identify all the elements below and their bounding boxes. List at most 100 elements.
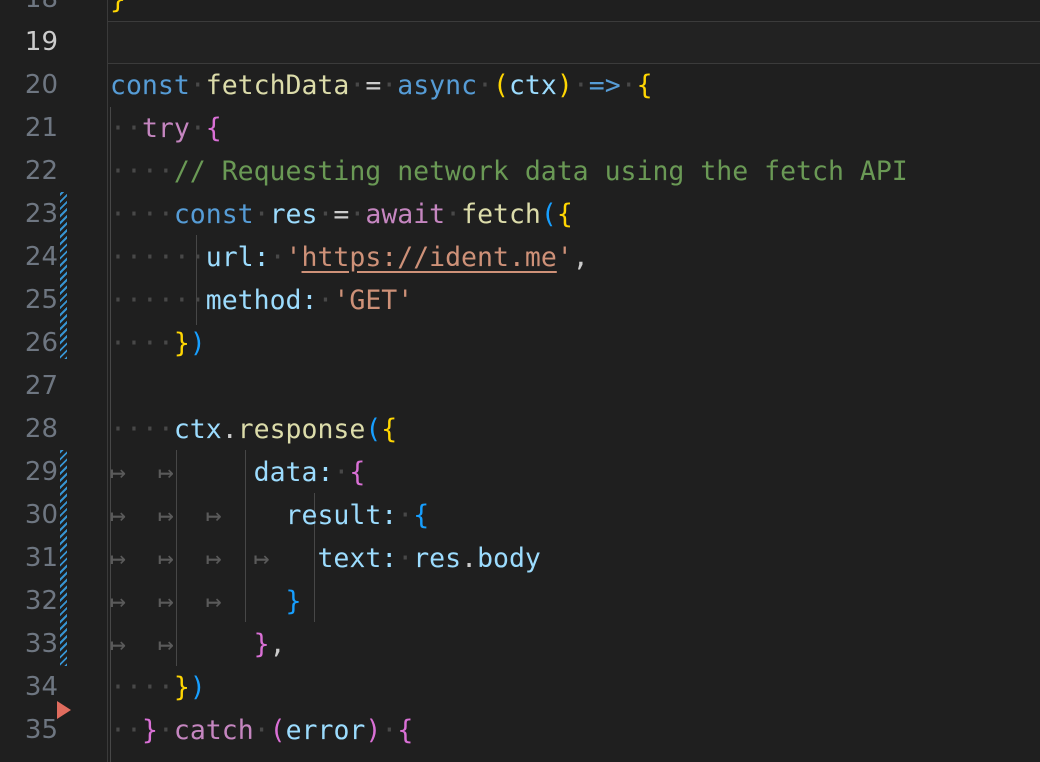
- code-line-28[interactable]: 28 ····ctx.response({: [0, 408, 1040, 451]
- code-line-34[interactable]: 34 ····}): [0, 666, 1040, 709]
- token-key-url: url:: [205, 242, 270, 273]
- code-line-32[interactable]: 32 ↦ ↦ ↦ }: [0, 580, 1040, 623]
- code-line-35[interactable]: 35 ··}·catch·(error)·{: [0, 709, 1040, 752]
- code-text[interactable]: }: [110, 0, 126, 21]
- token-brace-close: }: [253, 629, 270, 660]
- line-number[interactable]: 20: [0, 64, 58, 107]
- token-function-fetch: fetch: [461, 199, 541, 230]
- line-number[interactable]: 32: [0, 580, 58, 623]
- tab-arrow-icon: ↦: [157, 629, 206, 660]
- whitespace-dot: ·: [397, 500, 414, 531]
- token-dot: .: [221, 414, 238, 445]
- code-text[interactable]: ······url:·'https://ident.me',: [110, 236, 589, 279]
- code-text[interactable]: ↦ ↦ ↦ result:·{: [110, 494, 429, 537]
- tab-arrow-icon: ↦: [110, 500, 158, 531]
- code-text[interactable]: ····}): [110, 322, 206, 365]
- code-line-18[interactable]: 18 }: [0, 0, 1040, 21]
- active-line-highlight: [108, 21, 1040, 64]
- line-number[interactable]: 29: [0, 451, 58, 494]
- token-param-error: error: [285, 715, 366, 746]
- line-number[interactable]: 18: [0, 0, 58, 21]
- code-text[interactable]: ↦ ↦ ↦ }: [110, 580, 302, 623]
- whitespace-dot: ·: [125, 113, 142, 144]
- code-line-24[interactable]: 24 ······url:·'https://ident.me',: [0, 236, 1040, 279]
- code-text[interactable]: const·fetchData·=·async·(ctx)·=>·{: [110, 64, 653, 107]
- whitespace-dot: ·: [189, 113, 206, 144]
- line-number[interactable]: 23: [0, 193, 58, 236]
- token-arrow: =>: [588, 70, 621, 101]
- code-line-22[interactable]: 22 ····// Requesting network data using …: [0, 150, 1040, 193]
- code-text[interactable]: ↦ ↦ },: [110, 623, 286, 666]
- token-key-method: method:: [205, 285, 318, 316]
- code-text[interactable]: ····// Requesting network data using the…: [110, 150, 908, 193]
- line-number[interactable]: 31: [0, 537, 58, 580]
- token-property-body: body: [477, 543, 541, 574]
- code-text[interactable]: ↦ ↦ ↦ ↦ text:·res.body: [110, 537, 541, 580]
- whitespace-dot: ····: [110, 672, 174, 703]
- code-text[interactable]: ······method:·'GET': [110, 279, 413, 322]
- tab-arrow-icon: [206, 457, 254, 488]
- whitespace-dot: ·: [125, 715, 142, 746]
- code-line-30[interactable]: 30 ↦ ↦ ↦ result:·{: [0, 494, 1040, 537]
- tab-arrow-icon: [302, 543, 318, 574]
- tab-arrow-icon: [254, 500, 286, 531]
- token-param-ctx: ctx: [508, 70, 557, 101]
- whitespace-dot: ····: [110, 414, 174, 445]
- line-number[interactable]: 34: [0, 666, 58, 709]
- code-line-26[interactable]: 26 ····}): [0, 322, 1040, 365]
- token-object-ctx: ctx: [173, 414, 222, 445]
- token-brace-close: }: [285, 586, 302, 617]
- tab-arrow-icon: ↦: [157, 543, 206, 574]
- line-number[interactable]: 33: [0, 623, 58, 666]
- token-key-result: result:: [285, 500, 398, 531]
- line-number[interactable]: 30: [0, 494, 58, 537]
- code-line-33[interactable]: 33 ↦ ↦ },: [0, 623, 1040, 666]
- token-paren-open: (: [540, 199, 557, 230]
- token-paren-open: (: [269, 715, 286, 746]
- tab-arrow-icon: ↦: [157, 500, 206, 531]
- code-line-27[interactable]: 27: [0, 365, 1040, 408]
- code-line-19[interactable]: 19: [0, 21, 1040, 64]
- code-line-25[interactable]: 25 ······method:·'GET': [0, 279, 1040, 322]
- token-key-text: text:: [317, 543, 398, 574]
- code-line-21[interactable]: 21 ··try·{: [0, 107, 1040, 150]
- token-method-response: response: [237, 414, 366, 445]
- code-line-20[interactable]: 20 const·fetchData·=·async·(ctx)·=>·{: [0, 64, 1040, 107]
- tab-arrow-icon: ↦: [205, 500, 254, 531]
- token-brace-open: {: [413, 500, 430, 531]
- line-number[interactable]: 22: [0, 150, 58, 193]
- whitespace-dot: ····: [110, 242, 174, 273]
- code-line-29[interactable]: 29 ↦ ↦ data:·{: [0, 451, 1040, 494]
- tab-arrow-icon: ↦: [205, 586, 254, 617]
- token-keyword-const: const: [173, 199, 254, 230]
- token-keyword-const: const: [110, 70, 190, 101]
- whitespace-dot: ·: [477, 70, 493, 101]
- token-keyword-catch: catch: [173, 715, 254, 746]
- whitespace-dot: ··: [173, 285, 206, 316]
- line-number[interactable]: 21: [0, 107, 58, 150]
- line-number[interactable]: 27: [0, 365, 58, 408]
- token-object-res: res: [413, 543, 462, 574]
- code-text[interactable]: ····ctx.response({: [110, 408, 397, 451]
- url-link[interactable]: https://ident.me: [302, 242, 557, 273]
- code-text[interactable]: ··}·catch·(error)·{: [110, 709, 413, 752]
- code-text[interactable]: ····const·res·=·await·fetch({: [110, 193, 573, 236]
- code-editor[interactable]: 18 } 19 20 const·fetchData·=·async·(ctx)…: [0, 0, 1040, 762]
- line-number[interactable]: 26: [0, 322, 58, 365]
- code-text[interactable]: ····}): [110, 666, 206, 709]
- whitespace-dot: ·: [620, 70, 637, 101]
- code-line-31[interactable]: 31 ↦ ↦ ↦ ↦ text:·res.body: [0, 537, 1040, 580]
- whitespace-dot: ·: [253, 715, 270, 746]
- line-number[interactable]: 35: [0, 709, 58, 752]
- line-number[interactable]: 24: [0, 236, 58, 279]
- whitespace-dot: ·: [397, 543, 414, 574]
- whitespace-dot: ·: [110, 113, 126, 144]
- code-text[interactable]: ↦ ↦ data:·{: [110, 451, 365, 494]
- line-number[interactable]: 25: [0, 279, 58, 322]
- line-number[interactable]: 28: [0, 408, 58, 451]
- line-number-active[interactable]: 19: [0, 21, 58, 64]
- code-text[interactable]: ··try·{: [110, 107, 222, 150]
- tab-arrow-icon: ↦: [110, 543, 158, 574]
- code-line-23[interactable]: 23 ····const·res·=·await·fetch({: [0, 193, 1040, 236]
- whitespace-dot: ····: [110, 156, 174, 187]
